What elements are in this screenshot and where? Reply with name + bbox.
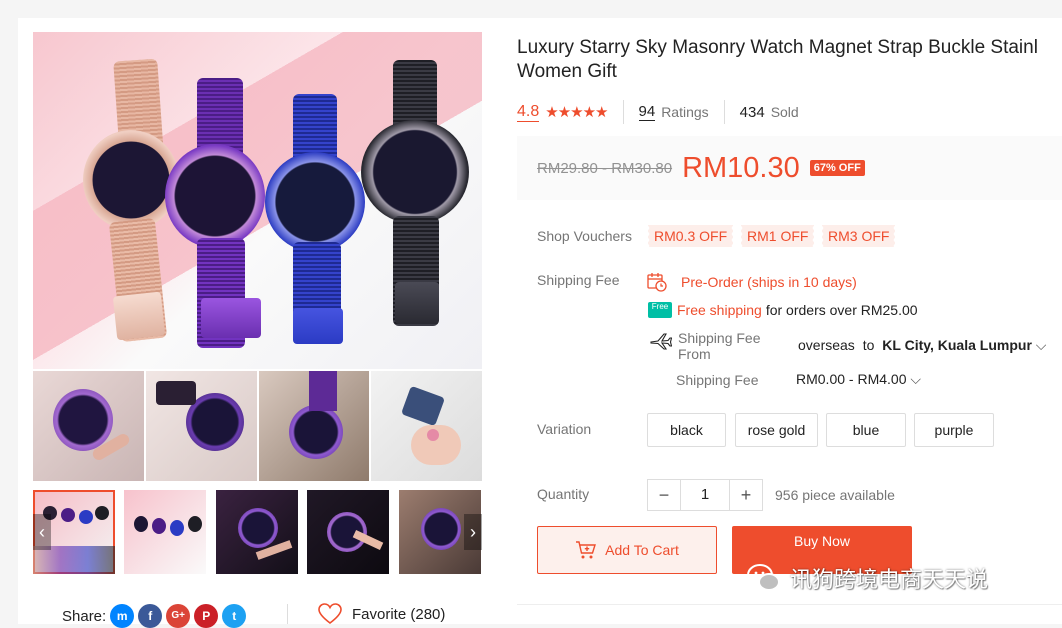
watermark-text: 讯狗跨境电商天天说 [790,568,989,593]
messenger-icon[interactable]: m [110,604,135,628]
favorite-button[interactable]: Favorite (280) [318,603,445,625]
heart-icon [318,603,342,625]
quantity-label: Quantity [537,486,590,502]
cart-plus-icon [576,541,597,559]
free-shipping-condition: for orders over RM25.00 [765,302,918,318]
google-plus-icon[interactable]: G+ [166,604,191,628]
mosaic-tile[interactable] [145,371,257,481]
share-row: Share: m f G+ P t [62,604,247,628]
product-stats: 4.8 ★★★★★ 94 Ratings 434 Sold [517,100,799,124]
voucher-rm3[interactable]: RM3 OFF [820,225,896,247]
quantity-plus-button[interactable]: + [730,480,762,510]
thumbnail-strip: ‹ › [33,490,482,574]
original-price: RM29.80 - RM30.80 [537,159,673,177]
chevron-down-icon: ⌵ [910,371,921,387]
airplane-icon [650,333,672,350]
stats-divider [723,100,725,124]
variation-label: Variation [537,421,592,437]
free-shipping-row: Free Free shipping for orders over RM25.… [648,302,918,318]
free-badge-text: Free [651,302,669,311]
image-mosaic [33,371,482,481]
watch-purple [165,78,271,358]
shipping-fee-sublabel: Shipping Fee [676,371,759,388]
watch-black [361,60,469,330]
shipping-fee-label: Shipping Fee [537,272,620,288]
sold-label: Sold [770,104,799,120]
rating-stars: ★★★★★ [545,104,608,121]
thumbnail-prev-button[interactable]: ‹ [33,514,51,550]
pinterest-icon[interactable]: P [194,604,219,628]
wechat-logo-icon [747,564,780,591]
shipping-destination: KL City, Kuala Lumpur [882,337,1032,353]
ratings-count[interactable]: 94 [638,103,656,121]
variation-purple[interactable]: purple [914,413,994,447]
shipping-fee-dropdown[interactable]: RM0.00 - RM4.00 ⌵ [796,371,921,388]
main-product-image[interactable] [33,32,482,369]
buy-now-label: Buy Now [793,533,851,549]
shipping-origin: overseas [798,337,855,353]
thumbnail-next-button[interactable]: › [464,514,482,550]
add-to-cart-button[interactable]: Add To Cart [537,526,717,574]
variation-black[interactable]: black [647,413,726,447]
product-title: Luxury Starry Sky Masonry Watch Magnet S… [517,36,1062,84]
free-shipping-text: Free shipping [677,302,762,318]
sold-count: 434 [739,103,765,121]
preorder-text: Pre-Order (ships in 10 days) [681,274,857,290]
voucher-rm1[interactable]: RM1 OFF [739,225,815,247]
section-divider [517,604,1062,605]
watermark: 讯狗跨境电商天天说 [746,562,988,594]
variation-blue[interactable]: blue [826,413,906,447]
price-box: RM29.80 - RM30.80 RM10.30 67% OFF [517,136,1062,200]
calendar-clock-icon [647,273,667,292]
shipping-fee-value: RM0.00 - RM4.00 [796,371,907,387]
rating-value[interactable]: 4.8 [517,103,540,122]
share-label: Share: [62,607,107,625]
chevron-down-icon: ⌵ [1035,337,1047,353]
quantity-input[interactable]: 1 [680,480,730,510]
stats-divider [622,100,624,124]
quantity-minus-button[interactable]: − [648,480,680,510]
shipping-from-row: Shipping Fee From overseas to KL City, K… [650,330,1046,362]
mosaic-tile[interactable] [33,371,144,481]
twitter-icon[interactable]: t [222,604,247,628]
share-divider [287,604,288,624]
shipping-destination-dropdown[interactable]: KL City, Kuala Lumpur ⌵ [882,337,1046,353]
facebook-icon[interactable]: f [138,604,163,628]
add-to-cart-label: Add To Cart [605,542,679,558]
current-price: RM10.30 [682,151,800,184]
ratings-label: Ratings [661,104,709,120]
quantity-stepper: − 1 + [647,479,763,511]
preorder-row: Pre-Order (ships in 10 days) [647,272,857,292]
shipping-to-word: to [862,337,875,353]
thumbnail-2[interactable] [124,490,206,574]
watch-blue [265,94,369,354]
thumbnail-3[interactable] [216,490,298,574]
mosaic-tile[interactable] [371,371,482,481]
thumbnail-4[interactable] [307,490,389,574]
free-shipping-truck-icon: Free [648,302,672,318]
stock-available: 956 piece available [775,487,895,503]
product-title-line-1: Luxury Starry Sky Masonry Watch Magnet S… [517,37,1038,58]
favorite-label: Favorite (280) [352,605,446,623]
product-title-line-2: Women Gift [517,61,617,82]
variation-rose-gold[interactable]: rose gold [735,413,818,447]
shipping-from-label-line-2: From [678,346,711,362]
voucher-rm0-3[interactable]: RM0.3 OFF [646,225,734,247]
discount-badge: 67% OFF [809,160,865,176]
shop-vouchers-label: Shop Vouchers [537,228,632,244]
mosaic-tile[interactable] [258,371,370,481]
shipping-fee-row: Shipping Fee RM0.00 - RM4.00 ⌵ [676,371,921,388]
shipping-from-label-line-1: Shipping Fee [678,330,761,346]
